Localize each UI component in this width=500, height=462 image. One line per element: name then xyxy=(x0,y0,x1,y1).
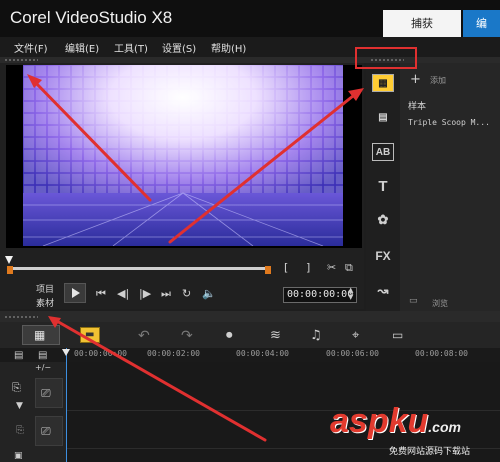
watermark-text: aspku xyxy=(330,402,429,440)
watermark-logo: aspku.com xyxy=(330,402,461,441)
annotation-arrows xyxy=(27,74,364,442)
watermark-subtitle: 免费网站源码下载站 xyxy=(389,447,471,457)
watermark-suffix: .com xyxy=(428,419,461,435)
